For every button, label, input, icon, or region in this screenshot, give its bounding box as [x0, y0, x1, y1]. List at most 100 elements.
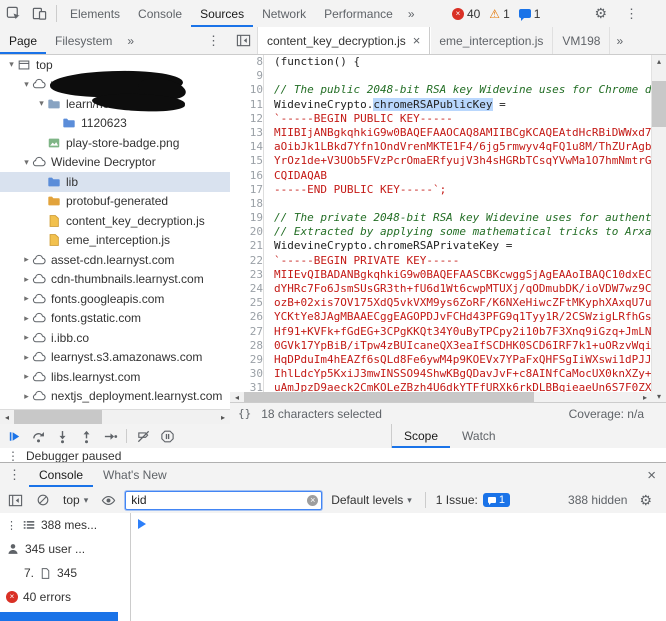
code-line-12[interactable]: 12 `-----BEGIN PUBLIC KEY----- — [230, 112, 652, 126]
tree-item-libs-learnyst-com[interactable]: ▸ libs.learnyst.com — [0, 367, 230, 387]
close-drawer-icon[interactable]: × — [637, 463, 666, 487]
line-number[interactable]: 30 — [230, 367, 269, 381]
console-context-dropdown[interactable]: top ▾ — [60, 493, 91, 507]
tree-item-protobuf-generated[interactable]: protobuf-generated — [0, 192, 230, 212]
code-line-11[interactable]: 11 WidevineCrypto.chromeRSAPublicKey = — [230, 97, 652, 112]
line-number[interactable]: 16 — [230, 169, 269, 183]
console-settings-gear-icon[interactable]: ⚙ — [635, 492, 656, 509]
debug-tab-watch[interactable]: Watch — [450, 424, 508, 448]
scroll-left-icon[interactable]: ◂ — [0, 410, 14, 424]
step-into-button[interactable] — [50, 424, 74, 448]
navigator-kebab-icon[interactable]: ⋮ — [197, 27, 230, 54]
chevron-right-icon[interactable]: ▸ — [21, 293, 32, 304]
tree-item-play-store-badge-png[interactable]: play-store-badge.png — [0, 133, 230, 153]
navigator-toggle-icon[interactable] — [230, 27, 258, 54]
chevron-down-icon[interactable]: ▾ — [6, 59, 17, 70]
more-editor-tabs-icon[interactable]: » — [610, 27, 629, 54]
line-number[interactable]: 26 — [230, 310, 269, 324]
line-number[interactable]: 19 — [230, 211, 269, 225]
scroll-up-icon[interactable]: ▴ — [652, 55, 666, 68]
line-number[interactable]: 20 — [230, 225, 269, 239]
main-menu-kebab-icon[interactable]: ⋮ — [615, 0, 648, 27]
editor-tab-content-key-decryption-js[interactable]: content_key_decryption.js × — [258, 27, 431, 54]
editor-vertical-scrollbar[interactable]: ▴ ▾ — [651, 55, 666, 403]
step-out-button[interactable] — [74, 424, 98, 448]
chevron-down-icon[interactable]: ▾ — [21, 79, 32, 90]
issues-count-badge[interactable]: 1 — [518, 7, 540, 21]
console-sidebar-toggle-icon[interactable] — [4, 489, 26, 511]
scrollbar-thumb[interactable] — [14, 410, 102, 424]
chevron-down-icon[interactable]: ▾ — [36, 98, 47, 109]
line-number[interactable]: 14 — [230, 140, 269, 154]
code-line-22[interactable]: 22 `-----BEGIN PRIVATE KEY----- — [230, 254, 652, 268]
code-line-29[interactable]: 29 HqDPduIm4hEAZf6sQLd8Fe6ywM4p9KOEVx7YPa… — [230, 353, 652, 367]
drawer-kebab-icon[interactable]: ⋮ — [0, 463, 29, 487]
drawer-tab-console[interactable]: Console — [29, 463, 93, 487]
code-line-25[interactable]: 25 ozB+02xis7OV175XdQ5vkVXM9ys6ZoRF/K6NXe… — [230, 296, 652, 310]
clear-filter-icon[interactable]: × — [307, 494, 319, 506]
device-toolbar-icon[interactable] — [26, 0, 52, 27]
chevron-right-icon[interactable]: ▸ — [21, 352, 32, 363]
editor-tab-vm198[interactable]: VM198 — [553, 27, 611, 54]
line-number[interactable]: 11 — [230, 98, 269, 112]
line-number[interactable]: 18 — [230, 197, 269, 211]
line-number[interactable]: 17 — [230, 183, 269, 197]
chevron-right-icon[interactable]: ▸ — [21, 371, 32, 382]
code-line-20[interactable]: 20 // Extracted by applying some mathemat… — [230, 225, 652, 239]
resume-button[interactable] — [2, 424, 26, 448]
chevron-right-icon[interactable]: ▸ — [21, 313, 32, 324]
line-number[interactable]: 10 — [230, 83, 269, 97]
line-number[interactable]: 21 — [230, 239, 269, 253]
line-number[interactable]: 15 — [230, 154, 269, 168]
inspect-element-icon[interactable] — [0, 0, 26, 27]
console-prompt-icon[interactable] — [138, 519, 146, 529]
line-number[interactable]: 27 — [230, 325, 269, 339]
tree-item-i-ibb-co[interactable]: ▸ i.ibb.co — [0, 328, 230, 348]
warning-count-badge[interactable]: ⚠ 1 — [489, 7, 509, 21]
tree-item-asset-cdn-learnyst-com[interactable]: ▸ asset-cdn.learnyst.com — [0, 250, 230, 270]
code-line-26[interactable]: 26 YCKtYe8JAgMBAAECggEAGOPDJvFCHd43PFG9q1… — [230, 310, 652, 324]
line-number[interactable]: 31 — [230, 381, 269, 392]
chevron-down-icon[interactable]: ▾ — [21, 157, 32, 168]
deactivate-breakpoints-button[interactable] — [131, 424, 155, 448]
code-line-18[interactable]: 18 — [230, 197, 652, 211]
chevron-right-icon[interactable]: ▸ — [21, 254, 32, 265]
navigator-tab-page[interactable]: Page — [0, 27, 46, 54]
code-line-17[interactable]: 17 -----END PUBLIC KEY-----`; — [230, 183, 652, 197]
scroll-right-icon[interactable]: ▸ — [216, 410, 230, 424]
chevron-right-icon[interactable]: ▸ — [21, 332, 32, 343]
settings-gear-icon[interactable]: ⚙ — [586, 0, 615, 27]
line-number[interactable]: 22 — [230, 254, 269, 268]
navigator-tab-filesystem[interactable]: Filesystem — [46, 27, 121, 54]
issues-counter[interactable]: 1 Issue: 1 — [436, 493, 510, 507]
tree-item-fonts-gstatic-com[interactable]: ▸ fonts.gstatic.com — [0, 309, 230, 329]
chevron-right-icon[interactable]: ▸ — [21, 391, 32, 402]
code-line-9[interactable]: 9 — [230, 69, 652, 83]
line-number[interactable]: 8 — [230, 55, 269, 69]
error-count-badge[interactable]: 40 — [451, 7, 480, 21]
editor-tab-eme-interception-js[interactable]: eme_interception.js — [430, 27, 554, 54]
tree-item-learnyst-s3-amazonaws-com[interactable]: ▸ learnyst.s3.amazonaws.com — [0, 348, 230, 368]
code-line-15[interactable]: 15 YrOz1de+V3UOb5FVzPcrOmaERfyujV3h4sHGRb… — [230, 154, 652, 168]
tree-item-content-key-decryption-js[interactable]: content_key_decryption.js — [0, 211, 230, 231]
chevron-right-icon[interactable]: ▸ — [21, 274, 32, 285]
line-number[interactable]: 13 — [230, 126, 269, 140]
code-editor[interactable]: 8 (function() {9 10 // The public 2048-bit … — [230, 55, 652, 392]
panel-tab-network[interactable]: Network — [253, 0, 315, 27]
tree-item-widevine-decryptor[interactable]: ▾ Widevine Decryptor — [0, 153, 230, 173]
pretty-print-icon[interactable]: {} — [238, 407, 251, 420]
paused-kebab-icon[interactable]: ⋮ — [7, 448, 19, 462]
console-sidebar-345-user[interactable]: 345 user ... — [0, 537, 130, 561]
code-line-14[interactable]: 14 aOibJk1LBkd7Yfn1OndVrenMKTE1F4/6jg5rmw… — [230, 140, 652, 154]
clear-console-icon[interactable] — [32, 489, 54, 511]
code-line-28[interactable]: 28 0GVk17YpBiB/iTpw4zBUIcaneQX3eaIfSCDHK0… — [230, 339, 652, 353]
line-number[interactable]: 28 — [230, 339, 269, 353]
code-line-23[interactable]: 23 MIIEvQIBADANBgkqhkiG9w0BAQEFAASCBKcwgg… — [230, 268, 652, 282]
code-line-27[interactable]: 27 Hf91+KVFk+fGdEG+3CPgKKQt34Y0uByTPCpy2i… — [230, 325, 652, 339]
tree-item-lib[interactable]: lib — [0, 172, 230, 192]
more-navigator-tabs-icon[interactable]: » — [121, 27, 140, 54]
code-line-10[interactable]: 10 // The public 2048-bit RSA key Widevin… — [230, 83, 652, 97]
code-line-21[interactable]: 21 WidevineCrypto.chromeRSAPrivateKey = — [230, 239, 652, 253]
code-line-13[interactable]: 13 MIIBIjANBgkqhkiG9w0BAQEFAAOCAQ8AMIIBCg… — [230, 126, 652, 140]
line-number[interactable]: 23 — [230, 268, 269, 282]
